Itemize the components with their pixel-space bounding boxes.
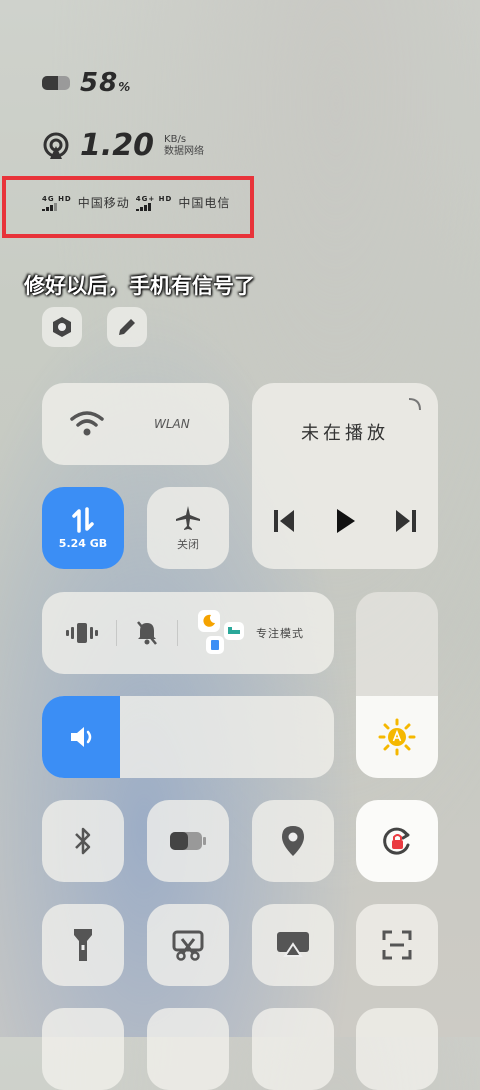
data-transfer-icon <box>72 506 94 533</box>
network-speed-value: 1.20 <box>80 128 155 163</box>
pencil-icon <box>119 319 135 335</box>
network-speed-unit: KB/s <box>164 133 187 145</box>
next-track-icon[interactable] <box>394 508 418 534</box>
bluetooth-icon <box>75 827 91 855</box>
data-usage-label: 5.24 GB <box>58 536 108 550</box>
moon-icon <box>198 610 220 632</box>
tile-row5-4[interactable] <box>356 1008 438 1090</box>
network-speed-status: 1.20 KB/s 数据网络 <box>42 128 204 163</box>
scan-tile[interactable] <box>356 904 438 986</box>
battery-status: 58% <box>42 68 131 98</box>
battery-saver-icon <box>170 832 206 850</box>
sim1-signal: 4G HD <box>42 195 72 211</box>
divider <box>177 620 178 646</box>
settings-button[interactable] <box>42 307 82 347</box>
silent-bell-icon[interactable] <box>135 620 159 646</box>
focus-mode-group[interactable]: 专注模式 <box>196 610 304 656</box>
screen-cast-tile[interactable] <box>252 904 334 986</box>
caption-text: 修好以后，手机有信号了 <box>24 274 255 298</box>
focus-mode-icons <box>196 610 248 656</box>
airplane-label: 关闭 <box>177 538 199 551</box>
wlan-tile[interactable]: WLAN <box>42 383 229 465</box>
gear-icon <box>53 317 71 337</box>
cast-icon <box>277 932 309 957</box>
sim2-carrier: 中国电信 <box>178 196 231 210</box>
speaker-icon <box>71 727 92 747</box>
bed-icon <box>224 622 244 640</box>
rotation-lock-icon <box>383 827 410 855</box>
wifi-icon <box>70 411 104 436</box>
airplane-mode-tile[interactable]: 关闭 <box>147 487 229 569</box>
volume-slider[interactable] <box>42 696 334 778</box>
wlan-label: WLAN <box>154 417 190 431</box>
tile-row5-3[interactable] <box>252 1008 334 1090</box>
battery-saver-tile[interactable] <box>147 800 229 882</box>
vibrate-icon[interactable] <box>66 621 98 645</box>
airplane-icon <box>176 506 200 530</box>
battery-unit: % <box>118 80 132 94</box>
scan-icon <box>382 930 412 960</box>
battery-value: 58 <box>80 68 119 98</box>
mobile-data-tile[interactable]: 5.24 GB <box>42 487 124 569</box>
previous-track-icon[interactable] <box>272 508 296 534</box>
sun-icon <box>378 718 416 756</box>
media-controls <box>272 507 418 535</box>
screenshot-tile[interactable] <box>147 904 229 986</box>
tile-row5-2[interactable] <box>147 1008 229 1090</box>
scissors-screenshot-icon <box>172 930 204 961</box>
signal-bars-icon <box>135 202 173 211</box>
rotation-lock-tile[interactable] <box>356 800 438 882</box>
expand-corner-icon <box>408 398 421 411</box>
location-tile[interactable] <box>252 800 334 882</box>
study-icon <box>206 636 224 654</box>
edit-button[interactable] <box>107 307 147 347</box>
focus-mode-label: 专注模式 <box>256 627 304 640</box>
location-pin-icon <box>282 826 304 856</box>
brightness-slider[interactable] <box>356 592 438 778</box>
flashlight-tile[interactable] <box>42 904 124 986</box>
tile-row5-1[interactable] <box>42 1008 124 1090</box>
network-label: 数据网络 <box>164 145 205 157</box>
media-player-tile[interactable]: 未在播放 <box>252 383 438 569</box>
bluetooth-tile[interactable] <box>42 800 124 882</box>
media-title: 未在播放 <box>301 423 389 444</box>
flashlight-icon <box>74 929 92 961</box>
hotspot-icon <box>43 132 69 159</box>
signal-bars-icon <box>42 202 72 211</box>
carrier-status: 4G HD 中国移动 4G+ HD 中国电信 <box>42 194 230 211</box>
battery-icon <box>42 76 70 90</box>
sim2-signal: 4G+ HD <box>135 195 173 211</box>
sim1-carrier: 中国移动 <box>77 196 130 210</box>
divider <box>116 620 117 646</box>
play-icon[interactable] <box>333 507 357 535</box>
sound-focus-tile[interactable]: 专注模式 <box>42 592 334 674</box>
